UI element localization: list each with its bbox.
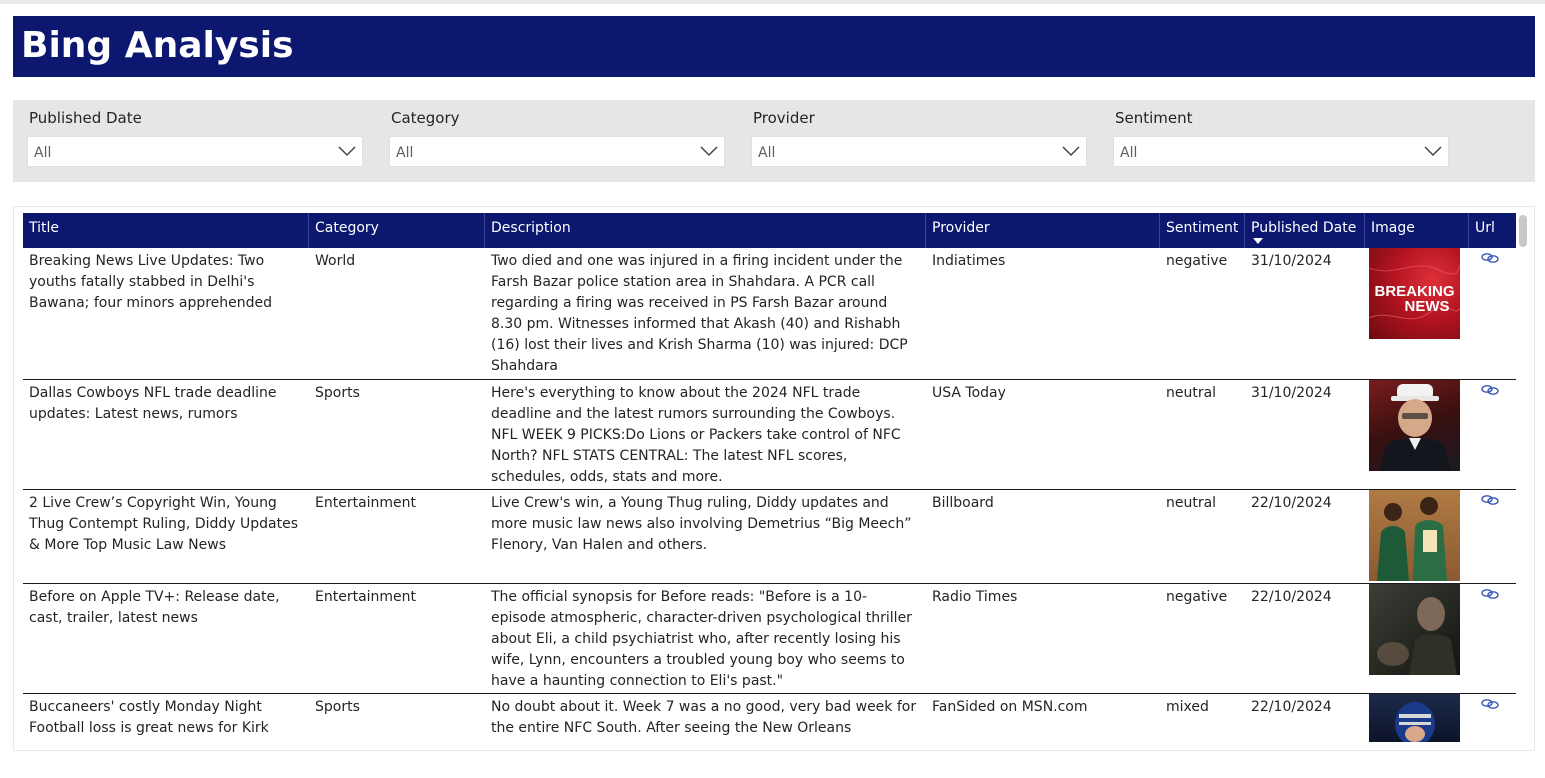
- column-header-sentiment[interactable]: Sentiment: [1160, 213, 1245, 248]
- column-header-description[interactable]: Description: [485, 213, 926, 248]
- cell-category: Sports: [315, 699, 360, 715]
- column-header-image[interactable]: Image: [1365, 213, 1469, 248]
- image-text-line2: NEWS: [1405, 298, 1450, 315]
- slicer-label: Published Date: [29, 109, 142, 127]
- cell-description: Here's everything to know about the 2024…: [491, 385, 901, 485]
- cell-provider: Billboard: [932, 495, 994, 511]
- chevron-down-icon: [1424, 146, 1442, 157]
- cell-published-date: 22/10/2024: [1251, 699, 1332, 715]
- column-header-url[interactable]: Url: [1469, 213, 1516, 248]
- chevron-down-icon: [1062, 146, 1080, 157]
- link-icon[interactable]: [1481, 494, 1499, 506]
- report-header: Bing Analysis: [13, 16, 1535, 77]
- music-artists-thumbnail: [1369, 490, 1460, 581]
- cell-provider: Radio Times: [932, 589, 1018, 605]
- cowboys-owner-thumbnail: [1369, 380, 1460, 471]
- cell-title: Buccaneers' costly Monday Night Football…: [29, 699, 269, 736]
- table-row[interactable]: 2 Live Crew’s Copyright Win, Young Thug …: [23, 490, 1516, 584]
- column-header-label: Published Date: [1251, 220, 1357, 236]
- cell-provider: FanSided on MSN.com: [932, 699, 1088, 715]
- table-row[interactable]: Dallas Cowboys NFL trade deadline update…: [23, 380, 1516, 490]
- vertical-scrollbar[interactable]: [1519, 215, 1527, 247]
- chevron-down-icon: [700, 146, 718, 157]
- group-photo-graphic: [1377, 497, 1447, 581]
- slicer-label: Sentiment: [1115, 109, 1193, 127]
- cell-title: Dallas Cowboys NFL trade deadline update…: [29, 385, 277, 422]
- slicer-label: Provider: [753, 109, 815, 127]
- column-header-category[interactable]: Category: [309, 213, 485, 248]
- cell-sentiment: neutral: [1166, 495, 1217, 511]
- cell-description: Two died and one was injured in a firing…: [491, 253, 908, 374]
- cell-published-date: 22/10/2024: [1251, 495, 1332, 511]
- column-header-provider[interactable]: Provider: [926, 213, 1160, 248]
- sentiment-dropdown[interactable]: All: [1113, 136, 1449, 167]
- report-canvas: Bing Analysis Published Date All Categor…: [0, 4, 1545, 778]
- cell-description: No doubt about it. Week 7 was a no good,…: [491, 699, 917, 736]
- table-row[interactable]: Breaking News Live Updates: Two youths f…: [23, 248, 1516, 380]
- report-title: Bing Analysis: [21, 25, 294, 66]
- cell-category: Entertainment: [315, 495, 417, 511]
- helmet-photo-graphic: [1395, 702, 1435, 742]
- cell-title: Breaking News Live Updates: Two youths f…: [29, 253, 273, 311]
- cell-provider: Indiatimes: [932, 253, 1006, 269]
- breaking-news-graphic: BREAKING NEWS: [1369, 265, 1460, 320]
- cell-published-date: 31/10/2024: [1251, 385, 1332, 401]
- link-icon[interactable]: [1481, 588, 1499, 600]
- dropdown-value: All: [34, 145, 52, 161]
- scene-photo-graphic: [1377, 597, 1457, 675]
- cell-category: World: [315, 253, 356, 269]
- cell-category: Entertainment: [315, 589, 417, 605]
- cell-sentiment: negative: [1166, 589, 1228, 605]
- cell-sentiment: neutral: [1166, 385, 1217, 401]
- cell-category: Sports: [315, 385, 360, 401]
- table-header: Title Category Description Provider Sent…: [23, 213, 1516, 248]
- table-row[interactable]: Buccaneers' costly Monday Night Football…: [23, 694, 1516, 750]
- cell-provider: USA Today: [932, 385, 1006, 401]
- football-player-thumbnail: [1369, 694, 1460, 742]
- tv-show-thumbnail: [1369, 584, 1460, 675]
- cell-description: Live Crew's win, a Young Thug ruling, Di…: [491, 495, 912, 553]
- sort-descending-icon: [1253, 238, 1263, 244]
- dropdown-value: All: [1120, 145, 1138, 161]
- category-dropdown[interactable]: All: [389, 136, 725, 167]
- cell-published-date: 22/10/2024: [1251, 589, 1332, 605]
- person-photo-graphic: [1379, 384, 1451, 471]
- link-icon[interactable]: [1481, 252, 1499, 264]
- provider-dropdown[interactable]: All: [751, 136, 1087, 167]
- cell-title: 2 Live Crew’s Copyright Win, Young Thug …: [29, 495, 299, 553]
- news-table: Title Category Description Provider Sent…: [13, 206, 1535, 751]
- table-row[interactable]: Before on Apple TV+: Release date, cast,…: [23, 584, 1516, 694]
- breaking-news-thumbnail: BREAKING NEWS: [1369, 248, 1460, 339]
- slicer-label: Category: [391, 109, 460, 127]
- column-header-title[interactable]: Title: [23, 213, 309, 248]
- dropdown-value: All: [758, 145, 776, 161]
- cell-title: Before on Apple TV+: Release date, cast,…: [29, 589, 280, 626]
- link-icon[interactable]: [1481, 384, 1499, 396]
- column-header-published-date[interactable]: Published Date: [1245, 213, 1365, 248]
- published-date-dropdown[interactable]: All: [27, 136, 363, 167]
- cell-published-date: 31/10/2024: [1251, 253, 1332, 269]
- chevron-down-icon: [338, 146, 356, 157]
- cell-sentiment: mixed: [1166, 699, 1209, 715]
- cell-description: The official synopsis for Before reads: …: [491, 589, 912, 689]
- link-icon[interactable]: [1481, 698, 1499, 710]
- cell-sentiment: negative: [1166, 253, 1228, 269]
- filter-panel: Published Date All Category All Provider…: [13, 100, 1535, 182]
- dropdown-value: All: [396, 145, 414, 161]
